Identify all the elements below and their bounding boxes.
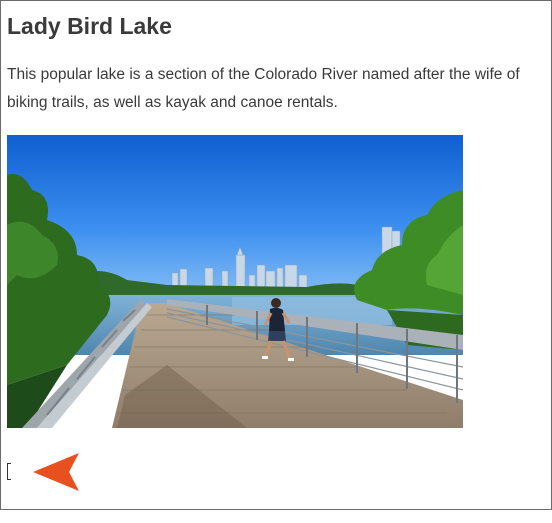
description-line-1: This popular lake is a section of the Co… [7, 66, 520, 83]
page-title: Lady Bird Lake [7, 13, 172, 39]
lake-photo [7, 135, 463, 428]
text-cursor-caret [7, 463, 11, 480]
content-frame: Lady Bird Lake This popular lake is a se… [0, 0, 552, 510]
description-line-2: biking trails, as well as kayak and cano… [7, 94, 338, 111]
arrow-pointer-icon [33, 453, 79, 491]
page-description: This popular lake is a section of the Co… [7, 61, 551, 117]
